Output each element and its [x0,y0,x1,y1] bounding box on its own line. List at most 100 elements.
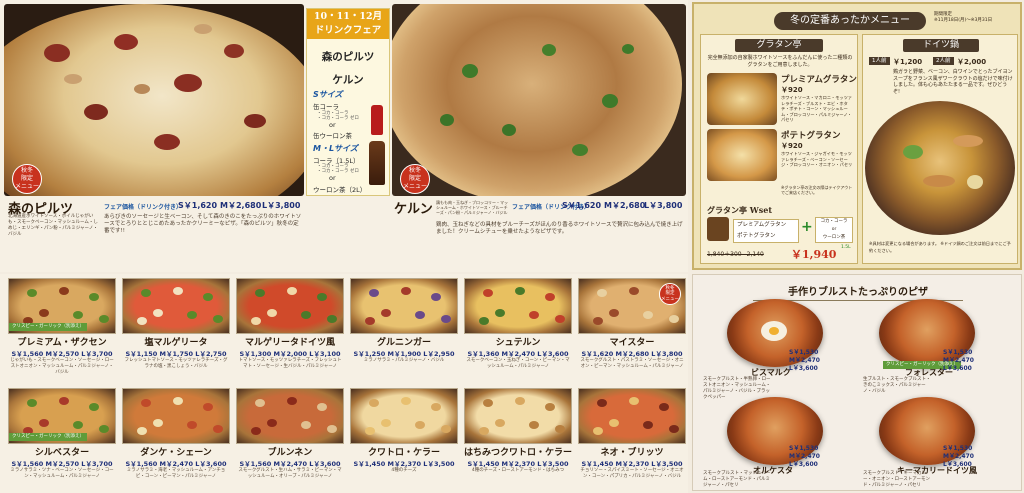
pizza-shape [4,4,304,196]
hero1-ingredients: 北海道産ホワイトソース・ボイルじゃがいも・スモークベーコン・マッシュルーム・しめ… [8,214,98,237]
bulst-item-desc: スモークブルスト・マッシュルーム・ローストアーモンド・パルミジャーノ・パセリ [703,471,771,488]
pizza-photo: クリスピー・ガーリック（別添え） [8,278,116,334]
wset-plus: + [801,219,813,235]
gratin-box: グラタン亭 完全無添加の自家製ホワイトソースをふんだんに使った二種類のグラタンを… [700,34,858,264]
menu-item-name: ダンケ・シェーン [140,448,212,458]
hero1-description: あらびきのソーセージと生ベーコン、そして森のきのこをたっぷりのホワイトソースでと… [104,214,302,234]
hero1-price-l: L￥3,800 [262,201,301,210]
pizza-photo [464,388,572,444]
seasonal-badge: 秋冬 限定 メニュー [659,283,681,305]
menu-item-price: S￥1,450 M￥2,370 L￥3,500 [581,460,683,468]
menu-item-name: シュテルン [495,338,541,348]
menu-item-price: S￥1,560 M￥2,570 L￥3,700 [11,460,113,468]
menu-item-card: ダンケ・シェーン S￥1,560 M￥2,470 L￥3,600 ミラノサラミ・… [122,388,230,493]
hero1-price-m: M￥2,680 [220,201,262,210]
bulst-pizza-panel: 手作りブルストたっぷりのピザ ビスマルク S￥1,530 M￥2,470 L￥3,… [692,274,1022,491]
ml-drink2: ウーロン茶（2L） [313,186,367,194]
menu-item-card: クリスピー・ガーリック（別添え） シルベスター S￥1,560 M￥2,570 … [8,388,116,493]
menu-item-price: S￥1,150 M￥1,750 L￥2,750 [125,350,227,358]
menu-item-name: ネオ・ブリッツ [600,448,664,458]
bulst-item-price: S￥1,530 M￥2,470 L￥3,600 [943,445,974,468]
bulst-item-desc: 生ブルスト・スモークブルスト・きのこミックス・パルミジャーノ・バジル [863,377,931,394]
menu-item-name: はちみつクワトロ・ケラー [464,448,573,458]
menu-item-desc: ミラノサラミ・パルミジャーノ・バジル [363,358,445,363]
hero2-ingredients: 鶏もも肉・玉ねぎ・ブロッコリー・マッシュルーム・ホワイトソース・ブルーチーズ・パ… [436,200,508,215]
menu-item-name: グルニンガー [376,338,431,348]
hero2-description: 鶏肉、玉ねぎなどの具材をブルーチーズがほんのり香るホワイトソースで贅沢に包み込ん… [436,222,683,235]
wset-size: 1.5L [841,245,851,250]
gratin1-desc: ホワイトソース・マカロニ・モッツァレラチーズ・ブルスト・エビ・ホタテ・ポテト・コ… [781,95,852,122]
menu-item-price: S￥1,450 M￥2,370 L￥3,500 [353,460,455,468]
gratin-title: グラタン亭 [735,39,823,52]
crispy-garlic-tag: クリスピー・ガーリック（別添え） [9,323,87,331]
pizza-photo [122,388,230,444]
doitsu-price2: ￥2,000 [957,58,987,66]
menu-item-price: S￥1,450 M￥2,370 L￥3,500 [467,460,569,468]
pizza-photo [578,388,686,444]
menu-item-desc: 4種のチーズ [391,468,417,473]
gratin2-name: ポテトグラタン [781,131,841,141]
featured-section: 秋冬 限定 メニュー 森のピルツ フェア価格（ドリンク付き） S￥1,620 M… [0,0,688,272]
seasonal-badge: 秋冬 限定 メニュー [12,164,42,194]
gratin1-price: ￥920 [781,86,803,94]
menu-item-price: S￥1,360 M￥2,470 L￥3,600 [467,350,569,358]
wset-title: グラタン亭 Wset [707,205,773,215]
gratin-intro: 完全無添加の自家製ホワイトソースをふんだんに使った二種類のグラタンをご用意しまし… [707,55,853,68]
seasonal-badge: 秋冬 限定 メニュー [400,164,430,194]
doitsu-title: ドイツ鍋 [903,39,979,52]
s-size-label: Sサイズ [313,90,343,99]
pizza-grid: クリスピー・ガーリック（別添え） プレミアム・ザクセン S￥1,560 M￥2,… [0,274,688,493]
menu-item-price: S￥1,560 M￥2,570 L￥3,700 [11,350,113,358]
menu-item-desc: チョリソー・スパイスミート・ソーセージ・オニオン・コーン・パプリカ・パルミジャー… [580,468,684,479]
menu-item-name: シルベスター [34,448,90,458]
menu-item-card: クリスピー・ガーリック（別添え） プレミアム・ザクセン S￥1,560 M￥2,… [8,278,116,384]
pizza-photo: クリスピー・ガーリック（別添え） [8,388,116,444]
wset-photo [707,217,729,241]
menu-item-card: クワトロ・ケラー S￥1,450 M￥2,370 L￥3,500 4種のチーズ [350,388,458,493]
doitsu-size1: 1人前 [869,57,890,65]
s-drink1-options: ・コカ・コーラ ・コカ・コーラ ゼロ [317,111,359,121]
fair-pizza2: ケルン [332,74,364,86]
menu-item-desc: ミラノサラミ・ツナ・ベーコン・ソーセージ・コーン・マッシュルーム・パルミジャーノ [10,468,114,479]
gratin2-desc: ホワイトソース・ジャガイモ・モッツァレラチーズ・ベーコン・ソーセージ・ブロッコリ… [781,151,853,167]
doitsu-note: ※具材は変更になる場合があります。 ※ドイツ鍋のご注文は前日までにご予約ください… [869,241,1011,253]
s-drink2: 缶ウーロン茶 [313,132,352,140]
wset-price: ￥1,940 [791,248,837,261]
menu-item-name: プレミアム・ザクセン [17,338,107,348]
menu-item-card: はちみつクワトロ・ケラー S￥1,450 M￥2,370 L￥3,500 4種の… [464,388,572,493]
menu-item-name: クワトロ・ケラー [367,448,440,458]
ml-size-label: M・Lサイズ [313,144,358,153]
menu-item-card: グルニンガー S￥1,250 M￥1,900 L￥2,950 ミラノサラミ・パル… [350,278,458,384]
menu-item-name: ブルンネン [267,448,313,458]
menu-item-card: 塩マルゲリータ S￥1,150 M￥1,750 L￥2,750 フレッシュトマト… [122,278,230,384]
gratin2-price: ￥920 [781,142,803,150]
menu-item-desc: トマトソース・モッツァレラチーズ・フレッシュトマト・ソーセージ・生バジル・パルミ… [238,358,342,369]
menu-item-price: S￥1,300 M￥2,000 L￥3,100 [239,350,341,358]
hero1-price-s: S￥1,620 [178,201,218,210]
s-drink1: 缶コーラ [313,103,339,111]
menu-item-desc: フレッシュトマトソース・モッツァレラチーズ・グラナの塩・黒こしょう・バジル [124,358,228,369]
hero2-name: ケルン [394,202,433,217]
gratin1-name: プレミアムグラタン [781,75,857,85]
wset-item2: ポテトグラタン [737,233,776,239]
bulst-item-desc: スモークブルスト・キーマカレー・オニオン・ローストアーモンド・パルミジャーノ・パ… [863,471,931,488]
doitsu-nabe-photo [865,101,1015,235]
fair-title: ドリンクフェア [307,25,389,39]
pizza-photo [122,278,230,334]
menu-item-card: ブルンネン S￥1,560 M￥2,470 L￥3,600 スモークグルスト・生… [236,388,344,493]
premium-gratin-photo [707,73,777,125]
ml-drink1-options: ・コカ・コーラ ・コカ・コーラ ゼロ [317,164,359,174]
menu-page: 秋冬 限定 メニュー 森のピルツ フェア価格（ドリンク付き） S￥1,620 M… [0,0,1024,493]
doitsu-size2: 2人前 [933,57,954,65]
wset-regular-price: 1,840＋300−2,140 [707,251,764,258]
doitsu-desc: 鶏ガラと野菜、ベーコン、白ワインでとったブイヨンスープをフランス風ザワークラウト… [893,69,1013,95]
doitsu-nabe-box: ドイツ鍋 1人前 ￥1,200 2人前 ￥2,000 鶏ガラと野菜、ベーコン、白… [862,34,1018,264]
menu-item-card: ネオ・ブリッツ S￥1,450 M￥2,370 L￥3,500 チョリソー・スパ… [578,388,686,493]
mori-no-pilz-photo: 秋冬 限定 メニュー [4,4,304,196]
bulst-item-price: S￥1,530 M￥2,470 L￥3,600 [943,349,974,372]
koln-photo: 秋冬 限定 メニュー [392,4,686,196]
menu-item-desc: じゃがいも・スモークベーコン・ソーセージ・ローストオニオン・マッシュルーム・パル… [10,358,114,375]
pizza-photo [236,278,344,334]
menu-item-name: マルゲリータドイツ風 [244,338,335,348]
crispy-garlic-tag: クリスピー・ガーリック（別添え） [9,433,87,441]
